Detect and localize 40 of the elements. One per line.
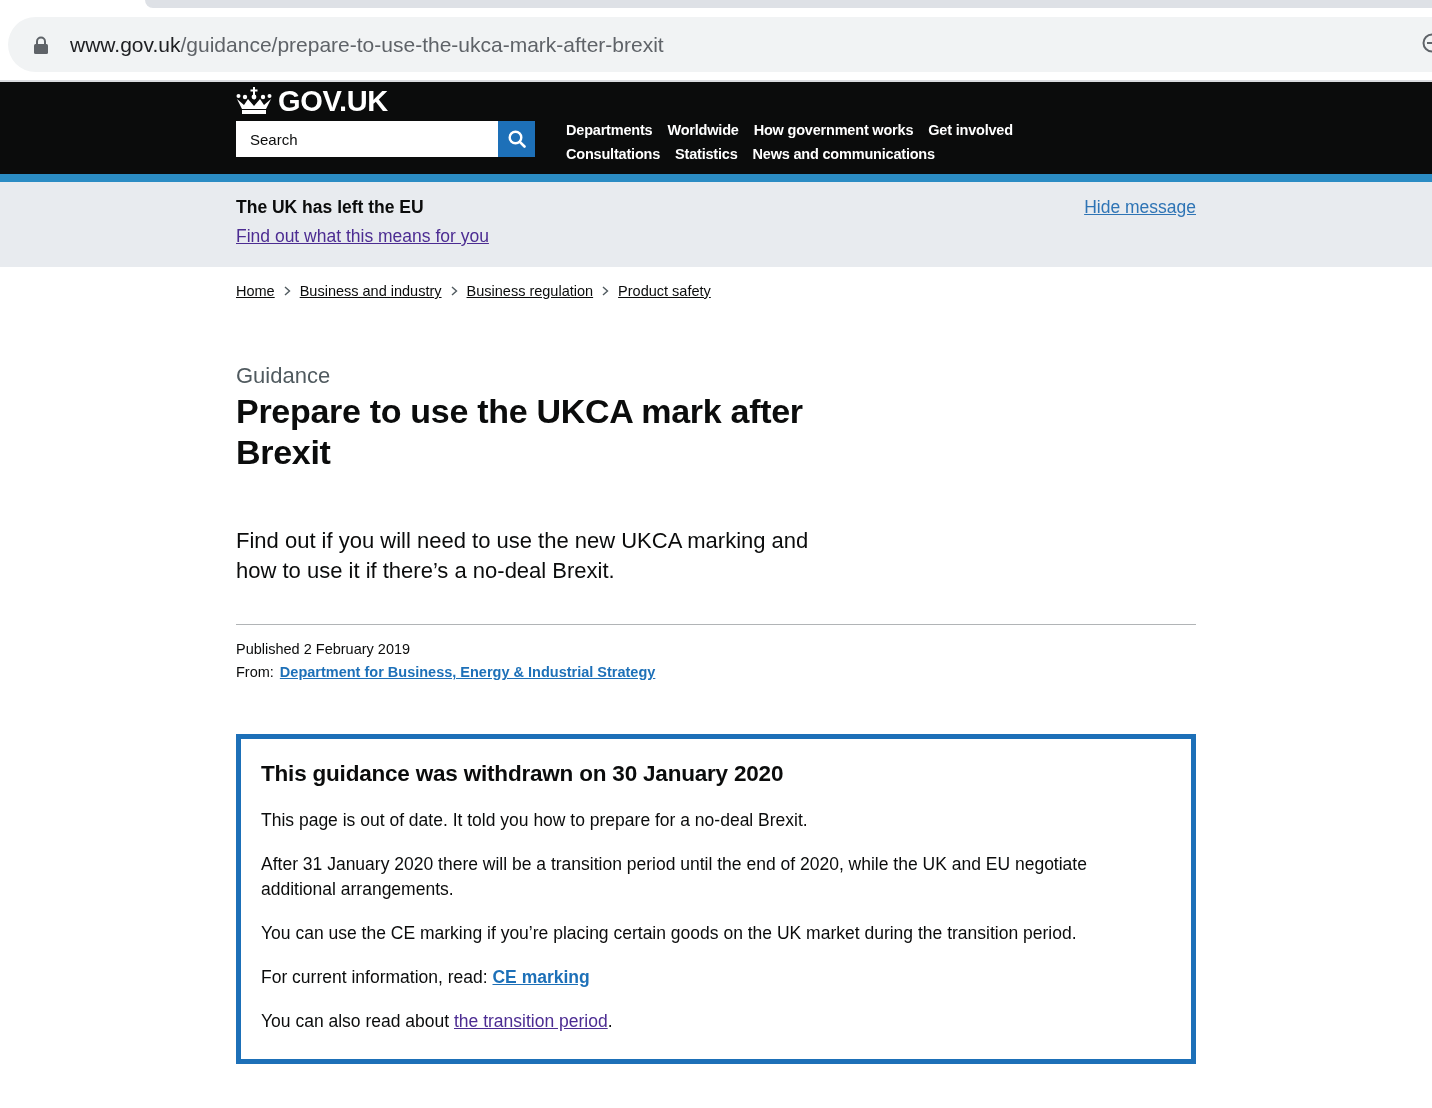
chevron-icon [283, 286, 291, 296]
nav-link[interactable]: Consultations [566, 145, 661, 164]
nav-link[interactable]: Get involved [928, 121, 1013, 140]
nav-link[interactable]: Statistics [675, 145, 738, 164]
chevron-icon [602, 286, 610, 296]
notice-title: This guidance was withdrawn on 30 January 2020 [261, 760, 785, 788]
search-field[interactable]: Search [236, 121, 498, 157]
search-icon [507, 130, 526, 148]
lead-paragraph: Find out if you will need to use the new UKCA marking and how to use it if there’s a no-deal Brexit. [236, 527, 810, 585]
breadcrumb-link[interactable]: Business regulation [466, 282, 594, 300]
page-title: Prepare to use the UKCA mark after Brexit [236, 391, 804, 473]
address-bar[interactable]: www.gov.uk/guidance/prepare-to-use-the-ukca-mark-after-brexit [8, 17, 1432, 72]
notice-paragraph: After 31 January 2020 there will be a transition period until the end of 2020, while the UK and EU negotiate additional arrangements. [261, 853, 1088, 901]
crown-icon [236, 87, 272, 115]
zoom-out-icon[interactable] [1422, 33, 1432, 53]
banner-link[interactable]: Find out what this means for you [236, 225, 489, 247]
notice-link[interactable]: CE marking [492, 967, 590, 987]
notice-paragraph: You can also read about the transition period. [261, 1010, 614, 1033]
nav-link[interactable]: How government works [753, 121, 914, 140]
breadcrumb-link[interactable]: Business and industry [299, 282, 442, 300]
notice-paragraph: This page is out of date. It told you how to prepare for a no-deal Brexit. [261, 809, 809, 832]
notice-paragraph: You can use the CE marking if you’re placing certain goods on the UK market during the transition period. [261, 922, 1078, 945]
nav-link[interactable]: Worldwide [667, 121, 739, 140]
document-type: Guidance [236, 363, 331, 389]
search-button[interactable] [498, 121, 535, 157]
url-text: www.gov.uk/guidance/prepare-to-use-the-ukca-mark-after-brexit [70, 32, 664, 57]
banner-title: The UK has left the EU [236, 196, 425, 218]
notice-link[interactable]: the transition period [454, 1011, 608, 1031]
from-label: From: [236, 663, 274, 682]
nav-link[interactable]: Departments [566, 121, 653, 140]
nav-link[interactable]: News and communications [752, 145, 935, 164]
breadcrumb-link[interactable]: Product safety [618, 282, 711, 300]
organisation-link[interactable]: Department for Business, Energy & Industrial Strategy [279, 662, 656, 682]
hide-message-link[interactable]: Hide message [1084, 196, 1196, 218]
breadcrumb-link[interactable]: Home [236, 282, 275, 300]
gov-uk-logo[interactable]: GOV.UK [236, 86, 388, 116]
notice-paragraph: For current information, read: CE marking [261, 966, 591, 989]
published-date: Published 2 February 2019 [236, 640, 411, 659]
lock-icon [34, 35, 48, 54]
chevron-icon [450, 286, 458, 296]
